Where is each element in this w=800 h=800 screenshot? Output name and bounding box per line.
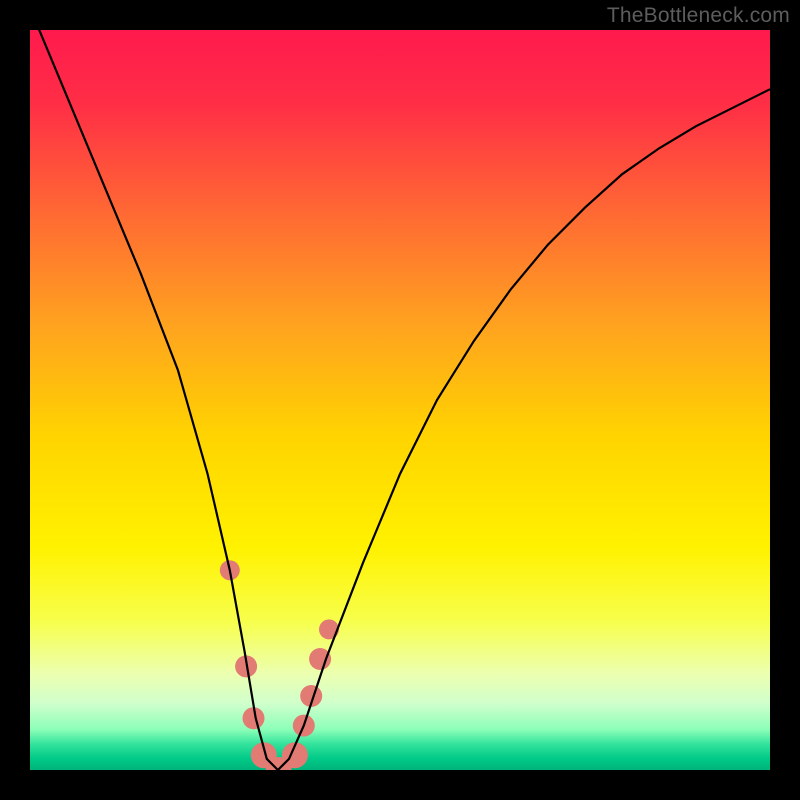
- marker-dot: [319, 619, 339, 639]
- watermark-text: TheBottleneck.com: [607, 4, 790, 28]
- plot-background: [30, 30, 770, 770]
- chart-svg: [0, 0, 800, 800]
- chart-frame: TheBottleneck.com: [0, 0, 800, 800]
